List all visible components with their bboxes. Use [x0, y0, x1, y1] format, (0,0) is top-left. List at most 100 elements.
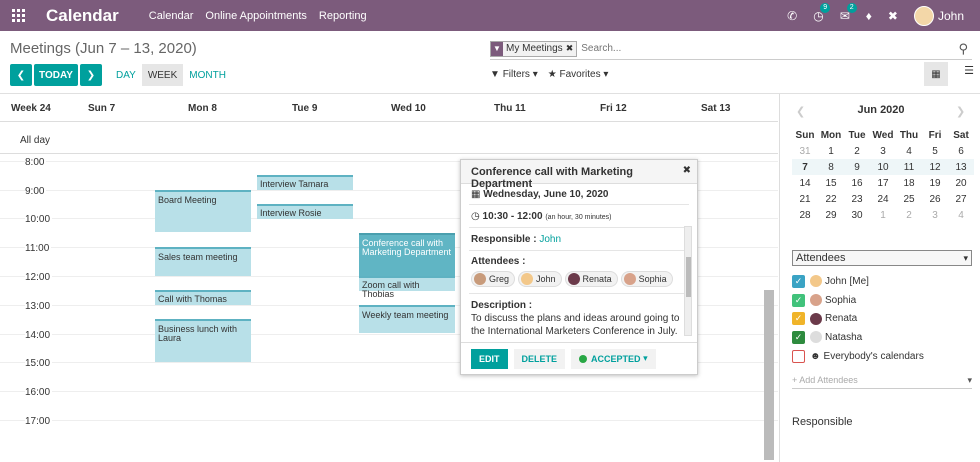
apps-menu-icon[interactable]: [3, 0, 33, 31]
activity-icon[interactable]: ◷ 9: [813, 2, 831, 22]
event-conference-call[interactable]: Conference call with Marketing Departmen…: [359, 233, 455, 276]
checkbox-checked-icon[interactable]: ✓: [792, 312, 805, 326]
mini-day[interactable]: 13: [948, 159, 974, 175]
gift-icon[interactable]: ♦: [866, 10, 872, 22]
popover-description-row: Description : To discuss the plans and i…: [461, 294, 697, 336]
delete-button[interactable]: DELETE: [513, 348, 566, 369]
mini-day[interactable]: 27: [948, 191, 974, 207]
day-header[interactable]: Wed 10: [391, 103, 426, 114]
event-weekly-team-meeting[interactable]: Weekly team meeting: [359, 305, 455, 333]
day-header[interactable]: Tue 9: [292, 103, 317, 114]
mini-day[interactable]: 6: [948, 143, 974, 159]
calendar-scrollbar[interactable]: [764, 290, 774, 460]
attendee-filter-item[interactable]: ☻ Everybody's calendars: [792, 347, 972, 366]
event-interview-tamara[interactable]: Interview Tamara: [257, 175, 353, 190]
debug-tools-icon[interactable]: ✖: [888, 10, 898, 22]
mini-day[interactable]: 18: [896, 175, 922, 191]
mini-day[interactable]: 28: [792, 207, 818, 223]
accepted-dropdown[interactable]: ACCEPTED ▾: [571, 348, 656, 369]
attendee-filter-item[interactable]: ✓ Sophia: [792, 291, 972, 310]
day-header[interactable]: Thu 11: [494, 103, 526, 114]
next-button[interactable]: ❯: [80, 64, 102, 86]
mini-day[interactable]: 20: [948, 175, 974, 191]
mini-day[interactable]: 2: [844, 143, 870, 159]
next-month-icon[interactable]: ❯: [956, 105, 965, 118]
today-button[interactable]: TODAY: [34, 64, 78, 86]
list-view-button[interactable]: ☰: [964, 64, 974, 77]
scale-week[interactable]: WEEK: [141, 64, 184, 86]
calendar-view-button[interactable]: ▦: [924, 62, 948, 86]
mini-day[interactable]: 23: [844, 191, 870, 207]
day-header[interactable]: Sun 7: [88, 103, 115, 114]
menu-reporting[interactable]: Reporting: [319, 10, 367, 22]
checkbox-checked-icon[interactable]: ✓: [792, 274, 805, 288]
scale-month[interactable]: MONTH: [183, 64, 232, 86]
event-call-with-thomas[interactable]: Call with Thomas: [155, 290, 251, 305]
filters-dropdown[interactable]: ▼ Filters ▾: [490, 69, 538, 80]
previous-button[interactable]: ❮: [10, 64, 32, 86]
attendee-filter-item[interactable]: ✓ Natasha: [792, 328, 972, 347]
mini-day[interactable]: 19: [922, 175, 948, 191]
mini-day[interactable]: 17: [870, 175, 896, 191]
popover-scrollbar[interactable]: [684, 226, 692, 336]
mini-day[interactable]: 3: [870, 143, 896, 159]
event-business-lunch[interactable]: Business lunch with Laura: [155, 319, 251, 362]
menu-calendar[interactable]: Calendar: [149, 10, 194, 22]
mini-day[interactable]: 14: [792, 175, 818, 191]
attendee-chip[interactable]: Greg: [471, 271, 516, 287]
mini-day[interactable]: 1: [818, 143, 844, 159]
attendee-chip[interactable]: Renata: [564, 271, 618, 287]
mini-day[interactable]: 1: [870, 207, 896, 223]
mini-day[interactable]: 12: [922, 159, 948, 175]
all-day-row[interactable]: All day: [0, 122, 778, 154]
checkbox-checked-icon[interactable]: ✓: [792, 293, 805, 307]
event-zoom-call[interactable]: Zoom call with Thobias: [359, 276, 455, 299]
mini-day[interactable]: 8: [818, 159, 844, 175]
attendees-filter-select[interactable]: Attendees ▾: [792, 250, 972, 266]
mini-day[interactable]: 25: [896, 191, 922, 207]
close-icon[interactable]: ✖: [683, 165, 691, 176]
user-menu[interactable]: John: [913, 5, 964, 26]
mini-day[interactable]: 21: [792, 191, 818, 207]
mini-day[interactable]: 2: [896, 207, 922, 223]
mini-day[interactable]: 22: [818, 191, 844, 207]
mini-day[interactable]: 30: [844, 207, 870, 223]
responsible-link[interactable]: John: [539, 234, 561, 245]
event-board-meeting[interactable]: Board Meeting: [155, 190, 251, 232]
mini-day[interactable]: 10: [870, 159, 896, 175]
attendee-chip[interactable]: John: [518, 271, 562, 287]
event-sales-team-meeting[interactable]: Sales team meeting: [155, 247, 251, 276]
attendee-filter-item[interactable]: ✓ John [Me]: [792, 272, 972, 291]
checkbox-checked-icon[interactable]: ✓: [792, 330, 805, 344]
mini-day[interactable]: 3: [922, 207, 948, 223]
search-icon[interactable]: ⚲: [958, 41, 968, 57]
mini-day[interactable]: 5: [922, 143, 948, 159]
attendee-filter-item[interactable]: ✓ Renata: [792, 309, 972, 328]
search-input[interactable]: [581, 43, 959, 54]
mini-day[interactable]: 31: [792, 143, 818, 159]
mini-day[interactable]: 4: [948, 207, 974, 223]
mini-day[interactable]: 11: [896, 159, 922, 175]
favorites-dropdown[interactable]: ★ Favorites ▾: [548, 69, 609, 80]
mini-day[interactable]: 16: [844, 175, 870, 191]
edit-button[interactable]: EDIT: [471, 348, 508, 369]
day-header[interactable]: Mon 8: [188, 103, 217, 114]
menu-online-appointments[interactable]: Online Appointments: [205, 10, 307, 22]
mini-day[interactable]: 15: [818, 175, 844, 191]
day-header[interactable]: Fri 12: [600, 103, 627, 114]
mini-day[interactable]: 29: [818, 207, 844, 223]
mini-day[interactable]: 24: [870, 191, 896, 207]
chat-icon[interactable]: ✉ 2: [840, 2, 857, 22]
phone-icon[interactable]: ✆: [787, 10, 797, 22]
mini-day[interactable]: 4: [896, 143, 922, 159]
attendee-chip[interactable]: Sophia: [620, 271, 673, 287]
event-interview-rosie[interactable]: Interview Rosie: [257, 204, 353, 219]
mini-day[interactable]: 9: [844, 159, 870, 175]
mini-day[interactable]: 26: [922, 191, 948, 207]
day-header[interactable]: Sat 13: [701, 103, 730, 114]
checkbox-unchecked-icon[interactable]: [792, 349, 805, 363]
facet-remove-icon[interactable]: ✖: [566, 43, 577, 54]
scale-day[interactable]: DAY: [110, 64, 142, 86]
mini-day-selected[interactable]: 7: [792, 159, 818, 175]
add-attendees-input[interactable]: + Add Attendees ▾: [792, 375, 972, 389]
